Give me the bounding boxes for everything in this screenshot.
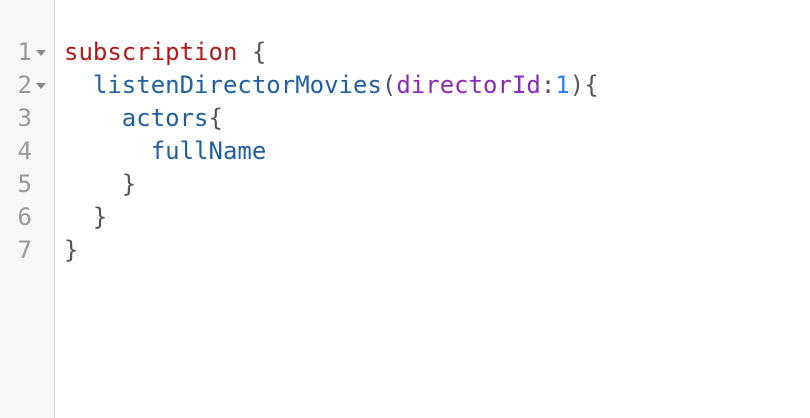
code-line[interactable]: subscription {: [64, 36, 266, 69]
chevron-down-icon[interactable]: [35, 36, 47, 69]
code-token: listenDirectorMovies: [92, 71, 382, 99]
code-token: }: [92, 203, 108, 231]
code-token: fullName: [150, 137, 267, 165]
line-number: 4: [17, 137, 32, 165]
line-number: 6: [17, 203, 32, 231]
code-token: (: [381, 71, 397, 99]
code-token: {: [237, 38, 267, 66]
code-token: actors: [121, 104, 209, 132]
line-number: 2: [17, 71, 32, 99]
code-token: ){: [569, 71, 599, 99]
line-number: 5: [17, 170, 32, 198]
code-editor[interactable]: 1 subscription {2 listenDirectorMovies(di…: [0, 0, 810, 418]
code-line[interactable]: }: [64, 201, 107, 234]
chevron-down-icon[interactable]: [35, 69, 47, 102]
code-line[interactable]: fullName: [64, 135, 267, 168]
code-token: directorId: [396, 71, 541, 99]
line-number: 3: [17, 104, 32, 132]
code-line[interactable]: }: [64, 168, 136, 201]
code-token: }: [121, 170, 137, 198]
code-token: }: [64, 236, 79, 264]
code-token: {: [208, 104, 223, 132]
line-number: 7: [17, 236, 32, 264]
line-number: 1: [17, 38, 32, 66]
code-token: 1: [555, 71, 570, 99]
code-line[interactable]: listenDirectorMovies(directorId:1){: [64, 69, 599, 102]
code-token: subscription: [64, 38, 238, 66]
code-token: :: [540, 71, 556, 99]
code-line[interactable]: }: [64, 234, 78, 267]
code-line[interactable]: actors{: [64, 102, 223, 135]
